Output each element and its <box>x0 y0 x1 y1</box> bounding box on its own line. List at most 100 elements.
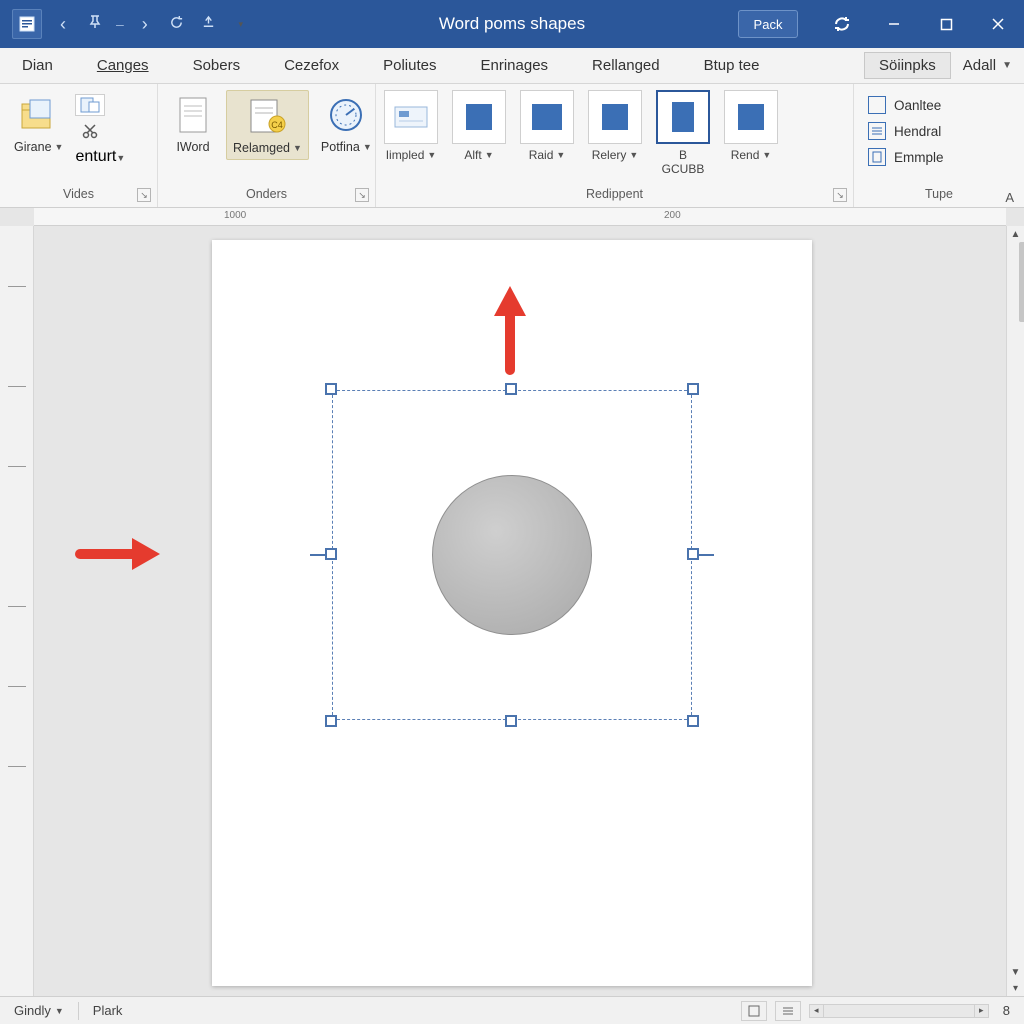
ruler-mark: 200 <box>664 210 681 221</box>
shape-alft[interactable] <box>452 90 506 144</box>
emmple-label: Emmple <box>894 150 944 165</box>
scroll-down-icon[interactable]: ▼ <box>1008 964 1024 980</box>
group-label-vides: Vides <box>63 187 94 201</box>
emmple-button[interactable]: Emmple <box>868 148 944 166</box>
view-print-layout-icon[interactable] <box>741 1001 767 1021</box>
mid-connector-right <box>698 554 714 556</box>
svg-text:C4: C4 <box>272 120 284 130</box>
relamged-button[interactable]: C4 Relamged▼ <box>226 90 309 160</box>
shape-label: Raid <box>529 148 554 162</box>
nav-forward-icon[interactable]: › <box>134 14 156 35</box>
tab-adall[interactable]: Adall ▼ <box>951 48 1024 83</box>
circle-shape[interactable] <box>432 475 592 635</box>
chevron-down-icon: ▼ <box>485 150 494 160</box>
pack-button[interactable]: Pack <box>738 10 798 38</box>
hendral-button[interactable]: Hendral <box>868 122 944 140</box>
shape-rend[interactable] <box>724 90 778 144</box>
refresh-icon[interactable] <box>166 14 188 35</box>
resize-handle-bl[interactable] <box>325 715 337 727</box>
tab-poliutes[interactable]: Poliutes <box>361 48 458 83</box>
resize-handle-tr[interactable] <box>687 383 699 395</box>
tab-cezefox[interactable]: Cezefox <box>262 48 361 83</box>
view-read-mode-icon[interactable] <box>775 1001 801 1021</box>
status-gindly-label: Gindly <box>14 1003 51 1018</box>
resize-handle-br[interactable] <box>687 715 699 727</box>
shape-iimpled[interactable] <box>384 90 438 144</box>
close-button[interactable] <box>972 0 1024 48</box>
ribbon-group-onders: IWord C4 Relamged▼ Potfina▼ Onders ↘ <box>158 84 376 207</box>
shape-label: Alft <box>464 148 481 162</box>
potfina-button[interactable]: Potfina▼ <box>315 90 378 158</box>
oanltee-button[interactable]: Oanltee <box>868 96 944 114</box>
document-page[interactable] <box>212 240 812 986</box>
shape-relery[interactable] <box>588 90 642 144</box>
status-plark[interactable]: Plark <box>87 1003 129 1018</box>
tab-sobers[interactable]: Sobers <box>171 48 263 83</box>
horizontal-ruler[interactable]: 1000 200 <box>34 208 1006 226</box>
iword-button[interactable]: IWord <box>166 90 220 158</box>
page-icon <box>172 94 214 136</box>
resize-handle-tl[interactable] <box>325 383 337 395</box>
maximize-button[interactable] <box>920 0 972 48</box>
nav-back-icon[interactable]: ‹ <box>52 14 74 35</box>
status-gindly[interactable]: Gindly ▼ <box>8 1003 70 1018</box>
vertical-ruler[interactable] <box>0 226 34 996</box>
hendral-label: Hendral <box>894 124 941 139</box>
resize-handle-bm[interactable] <box>505 715 517 727</box>
chevron-down-icon: ▼ <box>116 153 125 163</box>
status-count-value: 8 <box>1003 1003 1010 1018</box>
hscroll-left-icon[interactable]: ◂ <box>810 1005 824 1017</box>
tab-dian[interactable]: Dian <box>0 48 75 83</box>
paste-small-button[interactable] <box>75 94 105 116</box>
tab-enrinages[interactable]: Enrinages <box>459 48 571 83</box>
chevron-down-icon: ▼ <box>1002 60 1012 71</box>
dialog-launcher-icon[interactable]: ↘ <box>355 188 369 202</box>
tab-btuptee[interactable]: Btup tee <box>682 48 782 83</box>
horizontal-scrollbar[interactable]: ◂ ▸ <box>809 1004 989 1018</box>
quick-access-toolbar: ‹ – › ▾ <box>0 9 252 39</box>
chevron-down-icon: ▼ <box>55 1006 64 1016</box>
chevron-down-icon: ▼ <box>293 143 302 153</box>
chevron-down-icon: ▼ <box>427 150 436 160</box>
hscroll-right-icon[interactable]: ▸ <box>974 1005 988 1017</box>
shape-raid[interactable] <box>520 90 574 144</box>
scroll-down2-icon[interactable]: ▾ <box>1008 980 1024 996</box>
status-count[interactable]: 8 <box>997 1003 1016 1018</box>
qat-more-icon[interactable]: ▾ <box>230 19 252 30</box>
ruler-mark: 1000 <box>224 210 246 221</box>
shape-label: B GCUBB <box>657 148 709 176</box>
chevron-down-icon: ▼ <box>762 150 771 160</box>
oanltee-label: Oanltee <box>894 98 941 113</box>
shape-bgcubb[interactable] <box>656 90 710 144</box>
group-label-tupe: Tupe <box>925 187 953 201</box>
group-label-redippent: Redippent <box>586 187 643 201</box>
ribbon-tabs: Dian Canges Sobers Cezefox Poliutes Enri… <box>0 48 1024 84</box>
list-icon <box>868 122 886 140</box>
enturt-label: enturt <box>75 148 116 165</box>
dialog-launcher-icon[interactable]: ↘ <box>833 188 847 202</box>
ribbon-corner-letter: A <box>1005 190 1014 205</box>
pin-icon[interactable] <box>84 14 106 35</box>
sync-icon[interactable] <box>816 0 868 48</box>
shape-selection[interactable] <box>332 390 692 720</box>
vertical-scrollbar[interactable]: ▲ ▼ ▾ <box>1006 226 1024 996</box>
app-icon[interactable] <box>12 9 42 39</box>
cut-icon[interactable] <box>75 120 105 142</box>
tab-canges[interactable]: Canges <box>75 48 171 83</box>
status-plark-label: Plark <box>93 1003 123 1018</box>
resize-handle-lm[interactable] <box>325 548 337 560</box>
tab-rellanged[interactable]: Rellanged <box>570 48 682 83</box>
scroll-thumb[interactable] <box>1019 242 1024 322</box>
dialog-launcher-icon[interactable]: ↘ <box>137 188 151 202</box>
group-label-onders: Onders <box>246 187 287 201</box>
resize-handle-tm[interactable] <box>505 383 517 395</box>
window-controls: Pack <box>738 0 1024 48</box>
touch-mode-icon[interactable] <box>198 14 220 35</box>
page-badge-icon: C4 <box>246 95 288 137</box>
separator: – <box>116 16 124 32</box>
tab-soiinpks[interactable]: Söiinpks <box>864 52 951 79</box>
minimize-button[interactable] <box>868 0 920 48</box>
scroll-up-icon[interactable]: ▲ <box>1008 226 1024 242</box>
girane-button[interactable]: Girane▼ <box>8 90 69 158</box>
annotation-arrow-right-icon <box>74 534 160 574</box>
